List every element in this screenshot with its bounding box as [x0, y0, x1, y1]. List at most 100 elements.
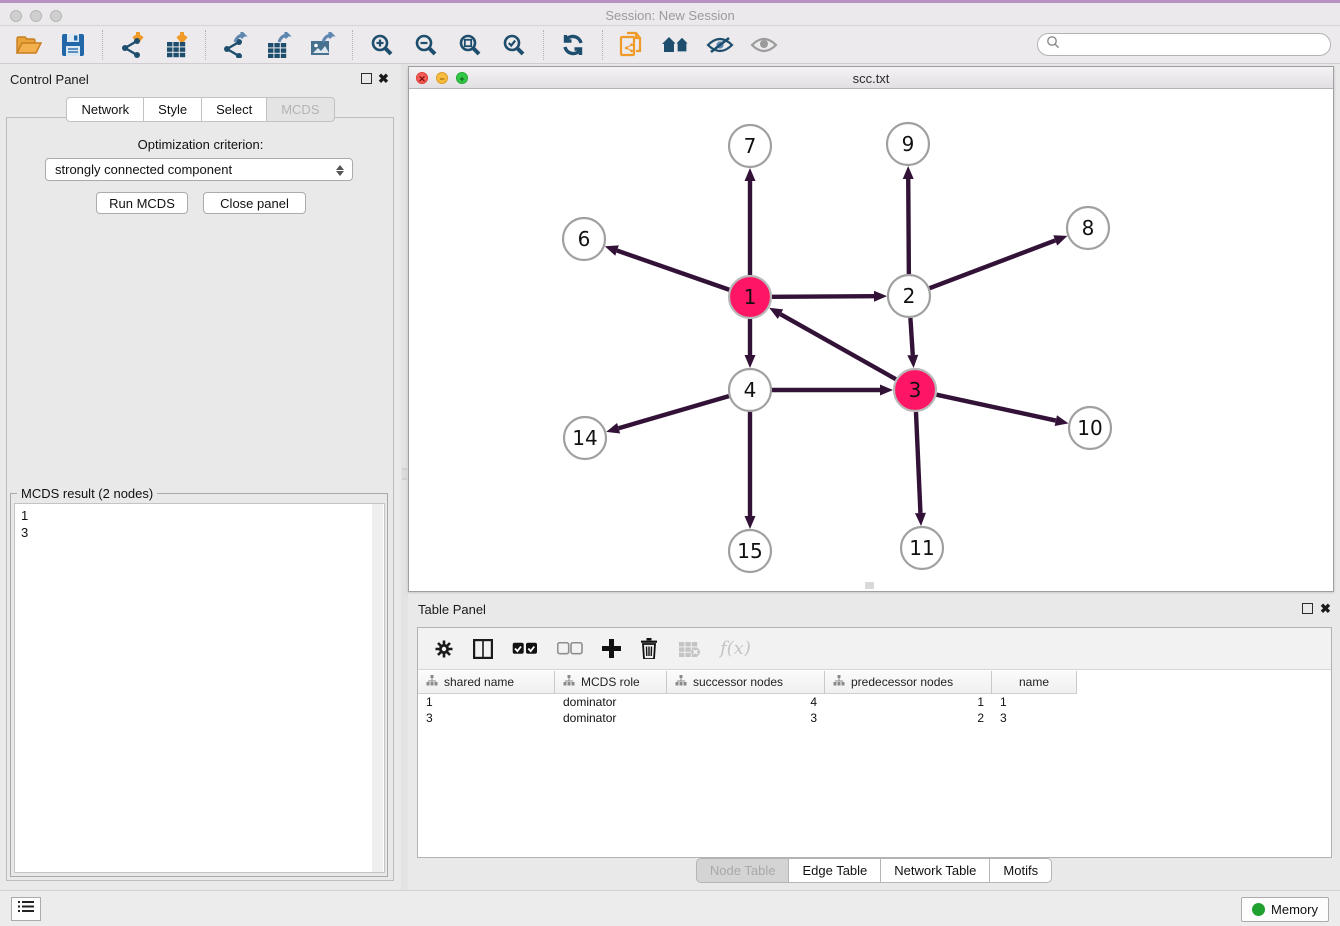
column-header-name[interactable]: name [992, 671, 1077, 693]
tab-network[interactable]: Network [66, 97, 143, 122]
edge-4-14[interactable] [619, 396, 729, 428]
edge-2-8[interactable] [930, 240, 1056, 288]
trash-icon[interactable] [640, 634, 658, 664]
table-cell[interactable]: 1 [418, 695, 555, 711]
edge-2-3[interactable] [910, 318, 912, 355]
float-table-panel-icon[interactable] [1302, 603, 1313, 614]
tab-network-table[interactable]: Network Table [880, 858, 989, 883]
column-label: predecessor nodes [851, 675, 953, 689]
mcds-result-group: MCDS result (2 nodes) 1 3 [10, 493, 388, 877]
save-session-icon[interactable] [58, 30, 88, 60]
network-window-titlebar[interactable]: ✕ − + scc.txt [409, 67, 1333, 89]
mcds-result-textarea[interactable]: 1 3 [14, 503, 385, 873]
uncheck-all-icon[interactable] [557, 634, 583, 664]
node-label-4: 4 [744, 378, 757, 402]
table-cell[interactable]: 4 [667, 695, 825, 711]
table-cell[interactable]: 3 [667, 711, 825, 727]
table-row[interactable]: 1dominator411 [418, 695, 1331, 711]
memory-button[interactable]: Memory [1241, 897, 1329, 922]
search-field[interactable] [1037, 33, 1331, 56]
tab-node-table[interactable]: Node Table [696, 858, 789, 883]
node-label-11: 11 [909, 536, 934, 560]
search-input[interactable] [1060, 38, 1330, 52]
tab-motifs[interactable]: Motifs [989, 858, 1052, 883]
column-label: name [1019, 675, 1049, 689]
panel-splitter[interactable] [401, 64, 408, 890]
edge-3-10[interactable] [936, 395, 1055, 421]
check-all-icon[interactable] [512, 634, 538, 664]
columns-icon[interactable] [473, 634, 493, 664]
hide-eye-icon[interactable] [705, 30, 735, 60]
table-cell[interactable]: dominator [555, 711, 667, 727]
refresh-icon[interactable] [558, 30, 588, 60]
edge-1-2[interactable] [772, 296, 874, 297]
splitter-handle[interactable] [402, 468, 407, 480]
application-window: Session: New Session Control Panel ✖ Net… [0, 0, 1340, 926]
edge-arrow-3-10 [1055, 415, 1069, 426]
tree-icon [563, 675, 575, 689]
close-panel-button[interactable]: Close panel [203, 192, 306, 214]
open-session-icon[interactable] [14, 30, 44, 60]
gear-icon[interactable] [434, 634, 454, 664]
table-cell[interactable]: 2 [825, 711, 992, 727]
memory-label: Memory [1271, 902, 1318, 917]
zoom-out-icon[interactable] [411, 30, 441, 60]
canvas-scroll-handle[interactable] [865, 582, 874, 589]
tab-select[interactable]: Select [201, 97, 266, 122]
add-row-icon[interactable] [602, 634, 621, 664]
tree-icon [675, 675, 687, 689]
table-panel-title: Table Panel [418, 602, 486, 617]
column-header-successor-nodes[interactable]: successor nodes [667, 671, 825, 693]
export-image-icon[interactable] [308, 30, 338, 60]
edge-arrow-4-3 [880, 385, 893, 396]
table-cell[interactable]: 3 [418, 711, 555, 727]
column-header-MCDS-role[interactable]: MCDS role [555, 671, 667, 693]
node-label-6: 6 [578, 227, 591, 251]
zoom-selected-icon[interactable] [499, 30, 529, 60]
task-history-button[interactable] [11, 897, 41, 921]
table-cell[interactable]: 3 [992, 711, 1077, 727]
edge-arrow-2-8 [1053, 235, 1067, 245]
table-row[interactable]: 3dominator323 [418, 711, 1331, 727]
tree-icon [426, 675, 438, 689]
node-label-1: 1 [744, 285, 757, 309]
home-view-icon[interactable] [661, 30, 691, 60]
zoom-in-icon[interactable] [367, 30, 397, 60]
close-table-panel-icon[interactable]: ✖ [1320, 601, 1331, 617]
close-panel-icon[interactable]: ✖ [378, 71, 389, 87]
table-cell[interactable]: 1 [825, 695, 992, 711]
export-network-icon[interactable] [220, 30, 250, 60]
tab-edge-table[interactable]: Edge Table [788, 858, 880, 883]
import-network-icon[interactable] [117, 30, 147, 60]
edge-1-6[interactable] [617, 251, 729, 290]
edge-arrow-3-11 [915, 513, 926, 526]
network-canvas[interactable]: 7968124314101511 [409, 89, 1333, 591]
edge-3-11[interactable] [916, 412, 920, 513]
float-panel-icon[interactable] [361, 73, 372, 84]
optimization-criterion-label: Optimization criterion: [0, 137, 401, 152]
column-header-predecessor-nodes[interactable]: predecessor nodes [825, 671, 992, 693]
column-label: MCDS role [581, 675, 640, 689]
network-graph[interactable]: 7968124314101511 [409, 89, 1333, 591]
select-value: strongly connected component [55, 162, 232, 177]
clone-network-icon[interactable] [617, 30, 647, 60]
result-scrollbar[interactable] [372, 504, 383, 872]
export-table-icon[interactable] [264, 30, 294, 60]
import-table-icon[interactable] [161, 30, 191, 60]
edge-arrow-1-6 [605, 245, 619, 255]
show-eye-icon[interactable] [749, 30, 779, 60]
run-mcds-button[interactable]: Run MCDS [96, 192, 188, 214]
edge-2-9[interactable] [908, 179, 909, 274]
table-cell[interactable]: dominator [555, 695, 667, 711]
column-header-shared-name[interactable]: shared name [418, 671, 555, 693]
list-icon [18, 900, 34, 918]
table-panel: Table Panel ✖ f(x) shared nameMCDS roles… [408, 594, 1340, 890]
zoom-fit-icon[interactable] [455, 30, 485, 60]
tab-style[interactable]: Style [143, 97, 201, 122]
tab-mcds[interactable]: MCDS [266, 97, 334, 122]
edge-3-1[interactable] [780, 314, 895, 379]
table-cell[interactable]: 1 [992, 695, 1077, 711]
network-window-title: scc.txt [409, 71, 1333, 86]
optimization-criterion-select[interactable]: strongly connected component [45, 158, 353, 181]
node-label-10: 10 [1077, 416, 1102, 440]
